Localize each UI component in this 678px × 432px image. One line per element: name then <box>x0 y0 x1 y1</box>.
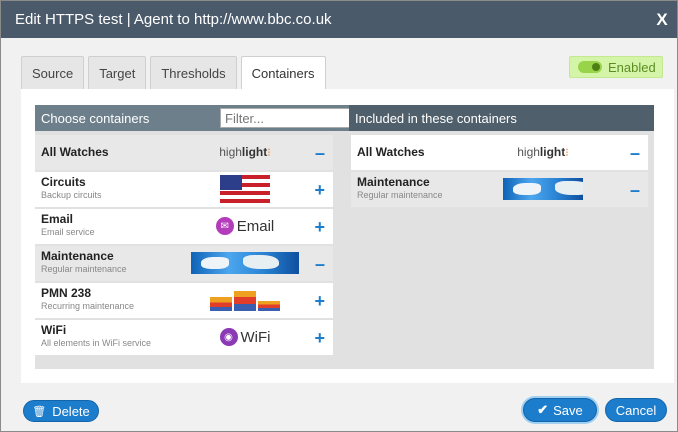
container-row-wifi[interactable]: WiFi All elements in WiFi service ◉ WiFi … <box>35 320 333 355</box>
container-description: Recurring maintenance <box>41 301 135 311</box>
included-row-maintenance[interactable]: Maintenance Regular maintenance – <box>351 172 648 207</box>
add-button[interactable]: + <box>314 328 325 349</box>
trash-icon: 🗑 <box>32 405 47 418</box>
container-name: Maintenance <box>41 249 114 263</box>
save-button[interactable]: ✔ Save <box>523 398 597 422</box>
container-name: PMN 238 <box>41 286 92 300</box>
delete-button[interactable]: 🗑 Delete <box>23 400 99 422</box>
cancel-button[interactable]: Cancel <box>605 398 667 422</box>
container-description: Regular maintenance <box>357 190 443 200</box>
container-name: Maintenance <box>357 175 430 189</box>
us-flag-icon <box>191 175 299 203</box>
world-map-icon <box>497 175 589 203</box>
container-description: All elements in WiFi service <box>41 338 152 348</box>
tab-thresholds[interactable]: Thresholds <box>150 56 237 89</box>
remove-button[interactable]: – <box>315 254 325 275</box>
container-name: All Watches <box>357 145 425 159</box>
container-description: Email service <box>41 227 95 237</box>
tab-target[interactable]: Target <box>88 56 147 89</box>
container-row-all-watches[interactable]: All Watches highlight⁝ – <box>35 135 333 170</box>
container-description: Regular maintenance <box>41 264 127 274</box>
container-row-circuits[interactable]: Circuits Backup circuits + <box>35 172 333 207</box>
tab-bar: Source Target Thresholds Containers <box>21 56 330 90</box>
add-button[interactable]: + <box>314 217 325 238</box>
container-name: Email <box>41 212 74 226</box>
world-map-icon <box>191 249 299 277</box>
tab-containers[interactable]: Containers <box>240 56 326 90</box>
container-name: All Watches <box>41 145 109 159</box>
container-name: Circuits <box>41 175 86 189</box>
toggle-knob-icon <box>578 61 602 73</box>
filter-input[interactable] <box>220 108 353 128</box>
dialog-title: Edit HTTPS test | Agent to http://www.bb… <box>15 11 332 28</box>
add-button[interactable]: + <box>314 291 325 312</box>
close-button[interactable]: X <box>647 1 677 38</box>
checkmark-icon: ✔ <box>537 402 549 417</box>
included-containers-list: Included in these containers All Watches… <box>349 105 654 369</box>
included-row-all-watches[interactable]: All Watches highlight⁝ – <box>351 135 648 170</box>
choose-containers-title: Choose containers <box>41 110 150 126</box>
highlight-logo-icon: highlight⁝ <box>517 145 569 159</box>
remove-button[interactable]: – <box>315 143 325 164</box>
included-containers-header: Included in these containers <box>349 105 654 131</box>
choose-containers-header: Choose containers <box>35 105 353 131</box>
bar-chart-icon <box>191 286 299 314</box>
choose-containers-list: Choose containers All Watches highlight⁝… <box>35 105 353 369</box>
container-row-email[interactable]: Email Email service ✉ Email + <box>35 209 333 244</box>
highlight-logo-icon: highlight⁝ <box>219 145 271 159</box>
included-containers-title: Included in these containers <box>355 110 517 126</box>
email-logo-icon: ✉ Email <box>191 212 299 240</box>
container-description: Backup circuits <box>41 190 102 200</box>
enabled-label: Enabled <box>608 59 656 75</box>
title-bar: Edit HTTPS test | Agent to http://www.bb… <box>1 1 677 38</box>
edit-dialog: Edit HTTPS test | Agent to http://www.bb… <box>0 0 678 432</box>
remove-button[interactable]: – <box>630 180 640 201</box>
container-name: WiFi <box>41 323 67 337</box>
add-button[interactable]: + <box>314 180 325 201</box>
container-row-pmn-238[interactable]: PMN 238 Recurring maintenance + <box>35 283 333 318</box>
wifi-logo-icon: ◉ WiFi <box>191 323 299 351</box>
containers-panel: Choose containers All Watches highlight⁝… <box>21 89 674 383</box>
tab-source[interactable]: Source <box>21 56 85 89</box>
enabled-toggle[interactable]: Enabled <box>569 56 663 78</box>
container-row-maintenance[interactable]: Maintenance Regular maintenance – <box>35 246 333 281</box>
remove-button[interactable]: – <box>630 143 640 164</box>
